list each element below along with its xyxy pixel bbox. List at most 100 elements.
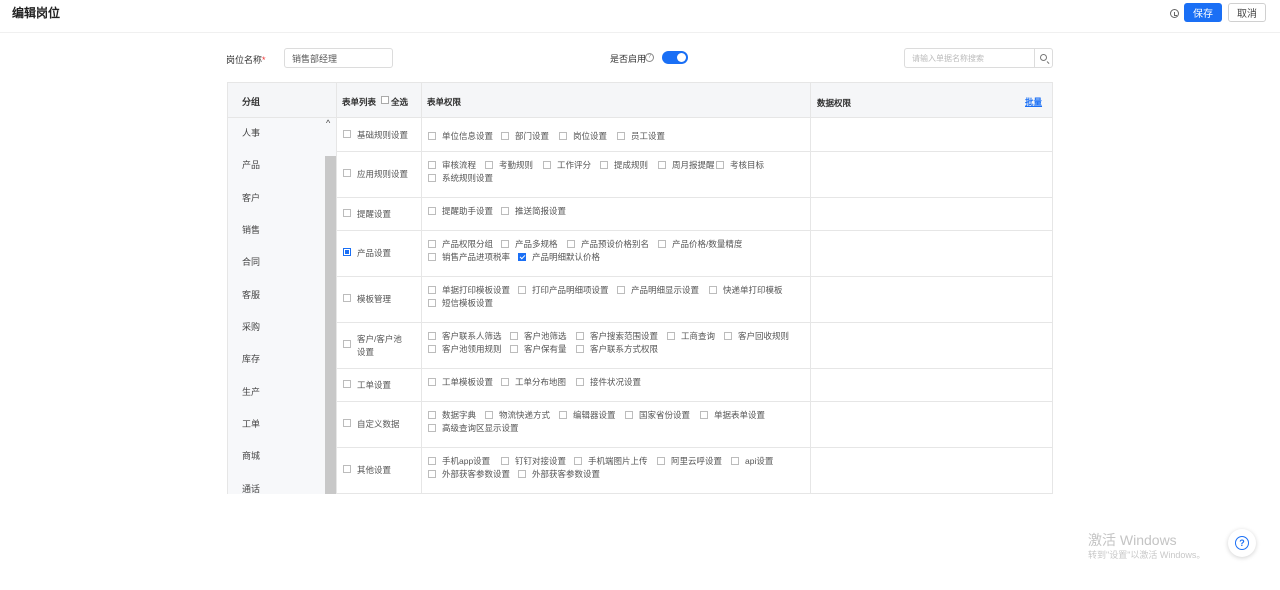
search-icon <box>1040 54 1047 61</box>
scroll-up-icon[interactable]: ^ <box>326 118 330 128</box>
permission-checkbox[interactable] <box>667 332 675 340</box>
permission-label: 客户联系人筛选 <box>442 331 502 341</box>
permission-checkbox[interactable] <box>625 411 633 419</box>
permission-checkbox[interactable] <box>559 411 567 419</box>
permission-checkbox[interactable] <box>574 457 582 465</box>
permission-checkbox[interactable] <box>724 332 732 340</box>
sidebar-group[interactable]: 工单 <box>242 417 260 430</box>
sidebar-group[interactable]: 库存 <box>242 352 260 365</box>
sidebar-group[interactable]: 商城 <box>242 449 260 462</box>
permission-checkbox[interactable] <box>428 286 436 294</box>
permission-checkbox[interactable] <box>501 207 509 215</box>
permission-checkbox[interactable] <box>709 286 717 294</box>
permission-checkbox[interactable] <box>600 161 608 169</box>
permission-checkbox[interactable] <box>428 161 436 169</box>
permission-label: 员工设置 <box>631 131 666 141</box>
form-checkbox[interactable] <box>343 294 351 302</box>
permission-checkbox[interactable] <box>428 470 436 478</box>
permission-checkbox[interactable] <box>576 378 584 386</box>
search-input[interactable] <box>904 48 1034 68</box>
permission-label: 产品预设价格别名 <box>581 239 650 249</box>
form-perm-header: 表单权限 <box>427 97 462 107</box>
row-divider <box>336 230 1052 231</box>
select-all-checkbox[interactable] <box>381 96 389 104</box>
position-name-input[interactable] <box>284 48 393 68</box>
form-name: 模板管理 <box>357 294 392 304</box>
save-button[interactable]: 保存 <box>1184 3 1222 22</box>
permission-checkbox[interactable] <box>428 132 436 140</box>
permission-checkbox[interactable] <box>428 332 436 340</box>
form-name: 基础规则设置 <box>357 130 409 140</box>
enable-toggle[interactable] <box>662 51 688 64</box>
permission-checkbox[interactable] <box>501 240 509 248</box>
row-divider <box>336 276 1052 277</box>
permission-label: 部门设置 <box>515 131 550 141</box>
permission-checkbox[interactable] <box>543 161 551 169</box>
permission-checkbox[interactable] <box>428 253 436 261</box>
sidebar-group[interactable]: 合同 <box>242 255 260 268</box>
permission-checkbox[interactable] <box>657 457 665 465</box>
column-divider-3 <box>810 83 811 494</box>
permission-checkbox[interactable] <box>518 253 526 261</box>
sidebar-group[interactable]: 销售 <box>242 223 260 236</box>
sidebar-group[interactable]: 采购 <box>242 320 260 333</box>
permission-checkbox[interactable] <box>576 332 584 340</box>
permission-checkbox[interactable] <box>485 411 493 419</box>
permission-checkbox[interactable] <box>428 345 436 353</box>
form-checkbox[interactable] <box>343 465 351 473</box>
permission-checkbox[interactable] <box>428 411 436 419</box>
select-all-label: 全选 <box>391 97 409 107</box>
permission-checkbox[interactable] <box>485 161 493 169</box>
permission-checkbox[interactable] <box>700 411 708 419</box>
permission-checkbox[interactable] <box>428 457 436 465</box>
sidebar-group[interactable]: 生产 <box>242 385 260 398</box>
permission-checkbox[interactable] <box>716 161 724 169</box>
permission-checkbox[interactable] <box>501 132 509 140</box>
form-checkbox[interactable] <box>343 340 351 348</box>
sidebar-group[interactable]: 客服 <box>242 288 260 301</box>
form-checkbox[interactable] <box>343 169 351 177</box>
group-header: 分组 <box>242 97 261 107</box>
search-button[interactable] <box>1034 48 1053 68</box>
sidebar-group[interactable]: 人事 <box>242 126 260 139</box>
form-checkbox[interactable] <box>343 209 351 217</box>
sidebar-group[interactable]: 客户 <box>242 191 260 204</box>
permission-checkbox[interactable] <box>518 286 526 294</box>
form-checkbox[interactable] <box>343 380 351 388</box>
sidebar-group[interactable]: 产品 <box>242 158 260 171</box>
permission-checkbox[interactable] <box>658 161 666 169</box>
form-checkbox[interactable] <box>343 248 351 256</box>
form-checkbox[interactable] <box>343 130 351 138</box>
permission-checkbox[interactable] <box>518 470 526 478</box>
permission-checkbox[interactable] <box>658 240 666 248</box>
row-divider <box>336 447 1052 448</box>
permission-checkbox[interactable] <box>617 286 625 294</box>
form-checkbox[interactable] <box>343 419 351 427</box>
permission-checkbox[interactable] <box>428 174 436 182</box>
permission-checkbox[interactable] <box>731 457 739 465</box>
header-divider <box>0 32 1280 33</box>
sidebar-group[interactable]: 通话 <box>242 482 260 494</box>
permission-checkbox[interactable] <box>617 132 625 140</box>
permission-checkbox[interactable] <box>428 207 436 215</box>
help-icon[interactable] <box>1228 529 1256 557</box>
permission-checkbox[interactable] <box>428 240 436 248</box>
cancel-button[interactable]: 取消 <box>1228 3 1266 22</box>
permission-checkbox[interactable] <box>428 378 436 386</box>
permission-label: api设置 <box>745 456 774 466</box>
permission-checkbox[interactable] <box>428 299 436 307</box>
row-divider <box>336 197 1052 198</box>
permission-label: 系统规则设置 <box>442 173 494 183</box>
permission-checkbox[interactable] <box>567 240 575 248</box>
permission-checkbox[interactable] <box>576 345 584 353</box>
permission-checkbox[interactable] <box>428 424 436 432</box>
permission-checkbox[interactable] <box>510 332 518 340</box>
batch-link[interactable]: 批量 <box>1025 96 1042 108</box>
permission-checkbox[interactable] <box>510 345 518 353</box>
sidebar-scroll-thumb[interactable] <box>325 156 336 494</box>
permission-checkbox[interactable] <box>501 457 509 465</box>
history-icon[interactable] <box>1170 9 1179 18</box>
permission-checkbox[interactable] <box>501 378 509 386</box>
permission-checkbox[interactable] <box>559 132 567 140</box>
enable-help-icon[interactable]: ? <box>645 53 654 62</box>
